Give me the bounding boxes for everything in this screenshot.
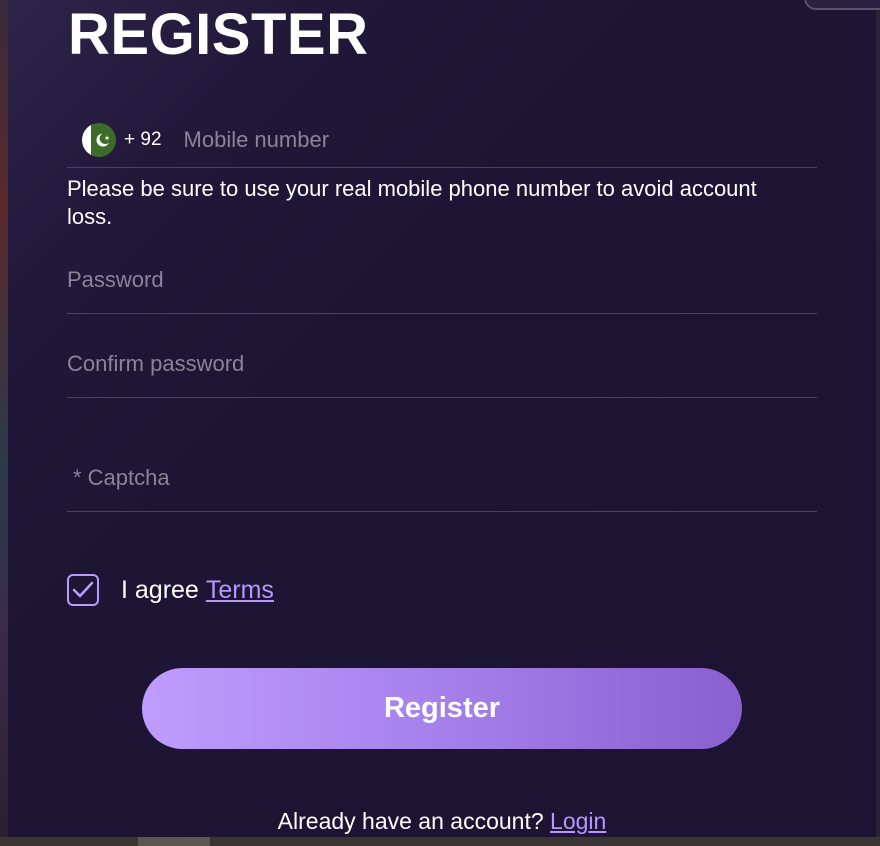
pakistan-flag-icon[interactable] [82,122,116,157]
login-link[interactable]: Login [550,808,606,834]
phone-hint-text: Please be sure to use your real mobile p… [67,176,757,229]
checkmark-icon [72,581,94,598]
login-prompt-row: Already have an account? Login [8,808,876,835]
agree-terms-row: I agree Terms [67,572,274,608]
register-panel: REGISTER + 92 Please be sure to use your… [8,0,880,837]
country-code[interactable]: + 92 [124,129,162,151]
agree-label: I agree [121,575,199,604]
mobile-number-input[interactable] [183,126,684,153]
captcha-input[interactable] [67,460,823,496]
agree-checkbox[interactable] [67,574,99,606]
password-input[interactable] [67,262,817,298]
password-field [67,262,817,314]
background-edge [876,0,880,846]
horizontal-scrollbar[interactable] [0,837,880,846]
captcha-field [67,460,823,512]
phone-field: + 92 [67,112,817,168]
confirm-password-field [67,346,817,398]
scrollbar-thumb[interactable] [138,837,210,846]
close-button[interactable] [804,0,880,10]
login-prompt: Already have an account? [277,808,544,834]
register-button[interactable]: Register [142,668,742,749]
page-title: REGISTER [68,2,369,67]
background-game-strip [0,0,8,846]
terms-link[interactable]: Terms [206,576,274,605]
confirm-password-input[interactable] [67,346,817,382]
